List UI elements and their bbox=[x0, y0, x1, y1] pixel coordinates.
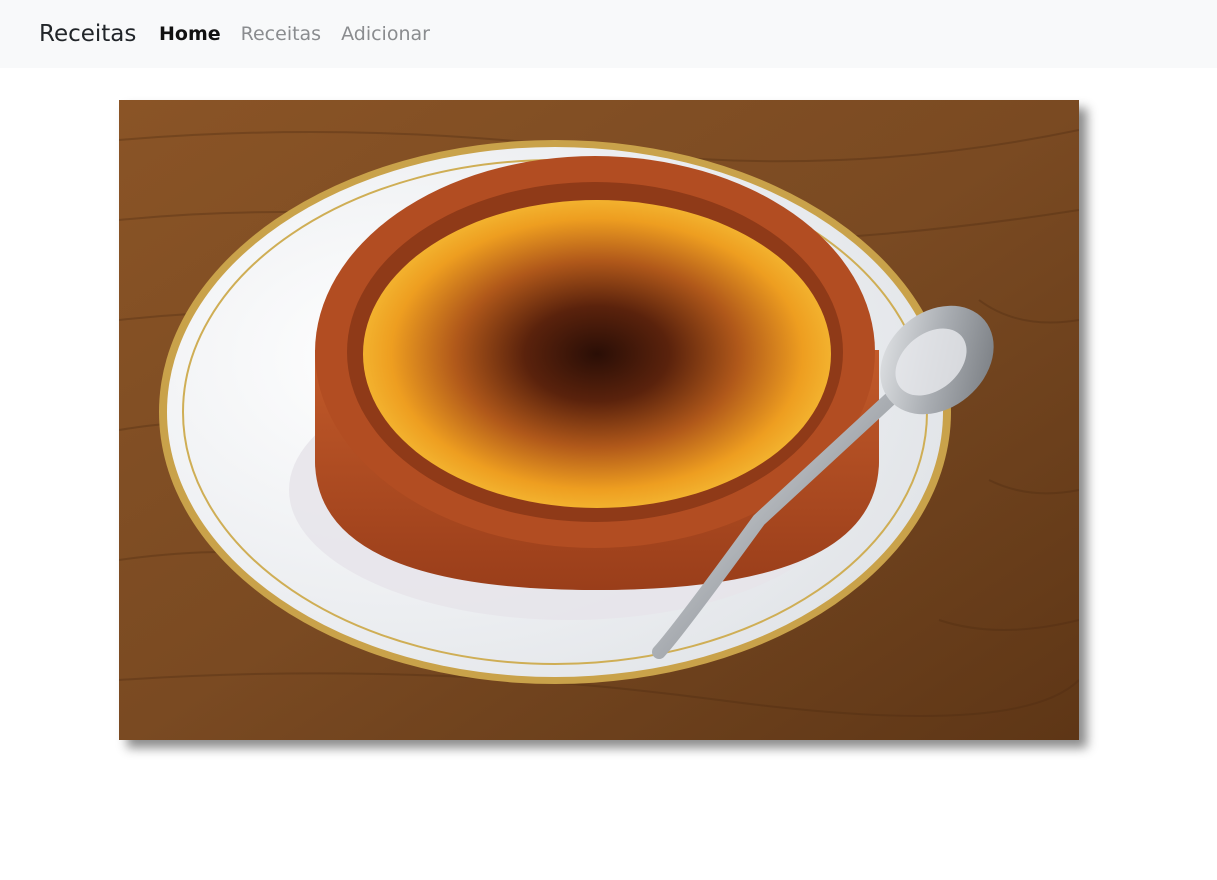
hero-image bbox=[119, 100, 1079, 740]
nav-item-receitas[interactable]: Receitas bbox=[241, 22, 321, 46]
nav-item-home[interactable]: Home bbox=[159, 22, 221, 46]
nav-item-adicionar[interactable]: Adicionar bbox=[341, 22, 430, 46]
navbar: Receitas Home Receitas Adicionar bbox=[0, 0, 1217, 68]
navbar-brand[interactable]: Receitas bbox=[39, 19, 136, 49]
nav-links: Home Receitas Adicionar bbox=[159, 22, 430, 46]
creme-brulee-photo bbox=[119, 100, 1079, 740]
